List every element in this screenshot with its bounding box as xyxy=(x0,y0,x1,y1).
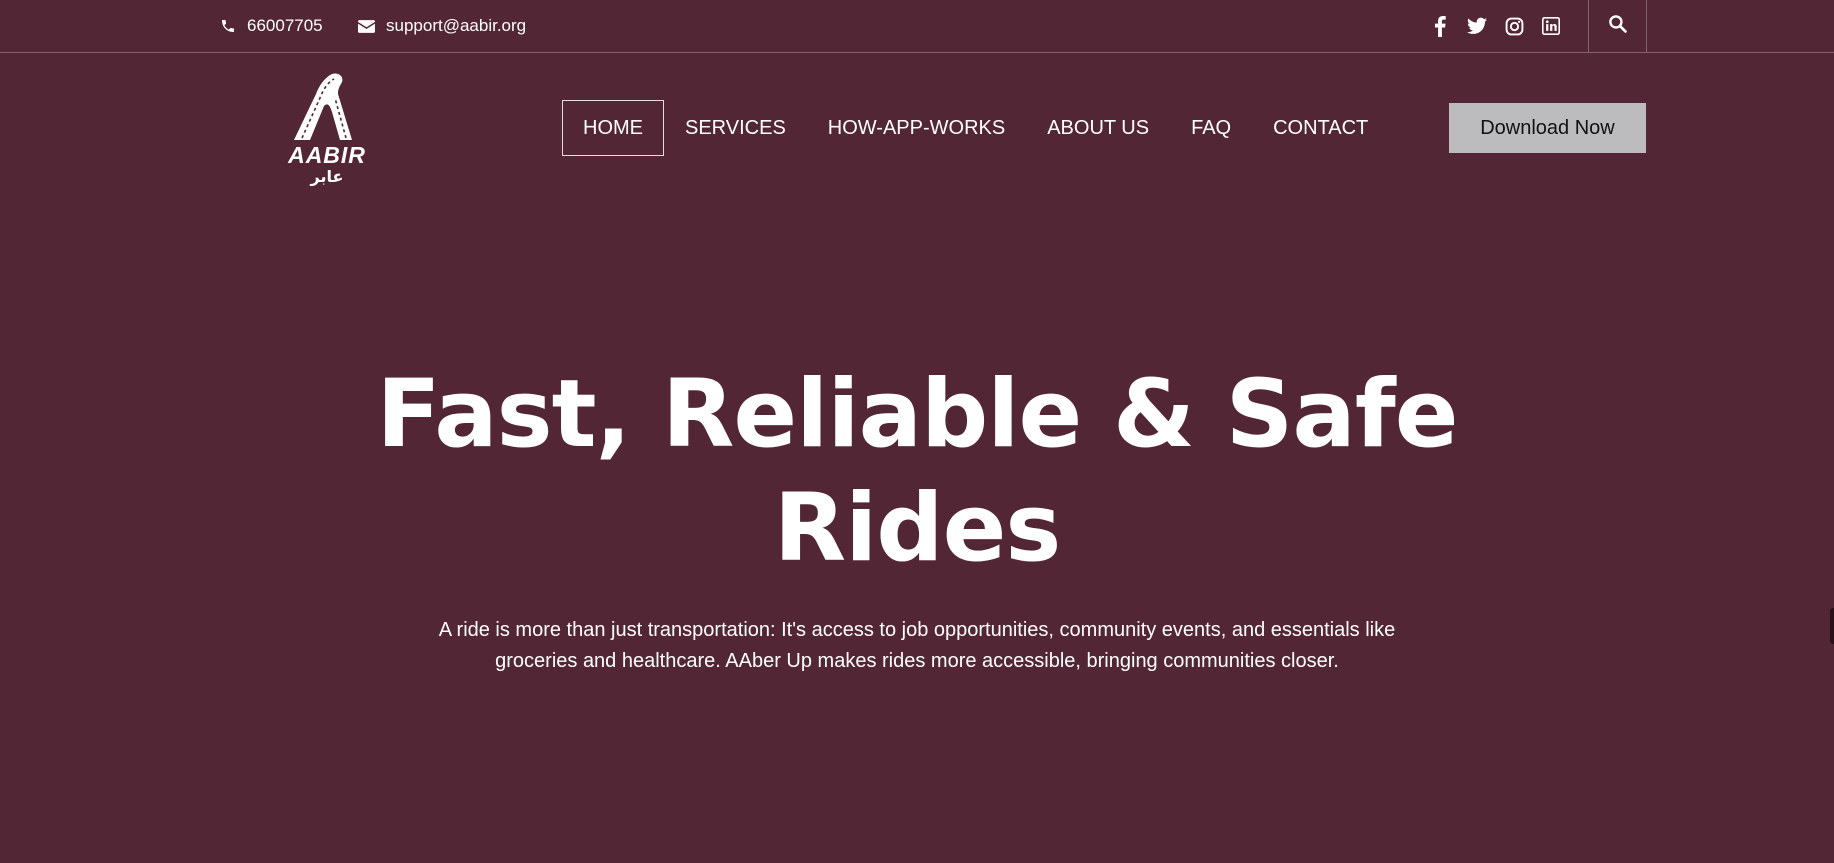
social-links xyxy=(1430,0,1561,52)
search-icon xyxy=(1608,14,1627,38)
site-logo[interactable]: AABIR عابر xyxy=(288,72,366,186)
road-arch-logo-icon xyxy=(294,73,352,140)
nav-item-home[interactable]: HOME xyxy=(562,100,664,156)
phone-number: 66007705 xyxy=(247,16,323,35)
linkedin-icon[interactable] xyxy=(1541,16,1561,36)
logo-text: AABIR xyxy=(288,142,366,168)
nav-item-services[interactable]: SERVICES xyxy=(664,100,807,156)
download-now-button[interactable]: Download Now xyxy=(1449,103,1646,153)
instagram-icon[interactable] xyxy=(1504,16,1524,36)
nav-item-how-app-works[interactable]: HOW-APP-WORKS xyxy=(807,100,1026,156)
hero-title: Fast, Reliable & Safe Rides xyxy=(317,358,1517,586)
main-nav: HOME SERVICES HOW-APP-WORKS ABOUT US FAQ… xyxy=(562,100,1389,156)
hero-subtitle: A ride is more than just transportation:… xyxy=(438,619,1396,672)
twitter-icon[interactable] xyxy=(1467,16,1487,36)
facebook-icon[interactable] xyxy=(1430,15,1450,37)
phone-icon xyxy=(220,18,236,34)
logo-arabic-text: عابر xyxy=(310,167,344,186)
side-edge-tab[interactable] xyxy=(1830,608,1834,644)
nav-item-faq[interactable]: FAQ xyxy=(1170,100,1252,156)
search-button[interactable] xyxy=(1588,0,1647,52)
envelope-icon xyxy=(358,19,375,33)
email-contact[interactable]: support@aabir.org xyxy=(358,0,526,52)
nav-item-contact[interactable]: CONTACT xyxy=(1252,100,1389,156)
top-bar: 66007705 support@aabir.org xyxy=(0,0,1834,53)
email-address: support@aabir.org xyxy=(386,16,527,35)
phone-contact[interactable]: 66007705 xyxy=(220,0,323,52)
hero-title-line-2: Rides xyxy=(773,474,1062,583)
nav-item-about-us[interactable]: ABOUT US xyxy=(1026,100,1170,156)
hero-title-line-1: Fast, Reliable & Safe xyxy=(376,360,1459,469)
